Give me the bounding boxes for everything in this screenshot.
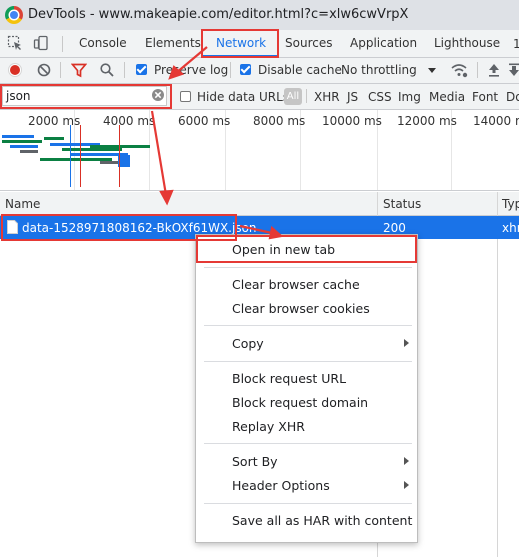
annotation-arrows bbox=[150, 46, 284, 240]
annotation-arrow bbox=[175, 46, 208, 74]
annotation-arrow-head bbox=[159, 189, 174, 206]
annotation-arrow bbox=[239, 224, 273, 235]
annotation-arrow bbox=[150, 110, 168, 196]
annotation-arrow-head bbox=[268, 225, 284, 240]
